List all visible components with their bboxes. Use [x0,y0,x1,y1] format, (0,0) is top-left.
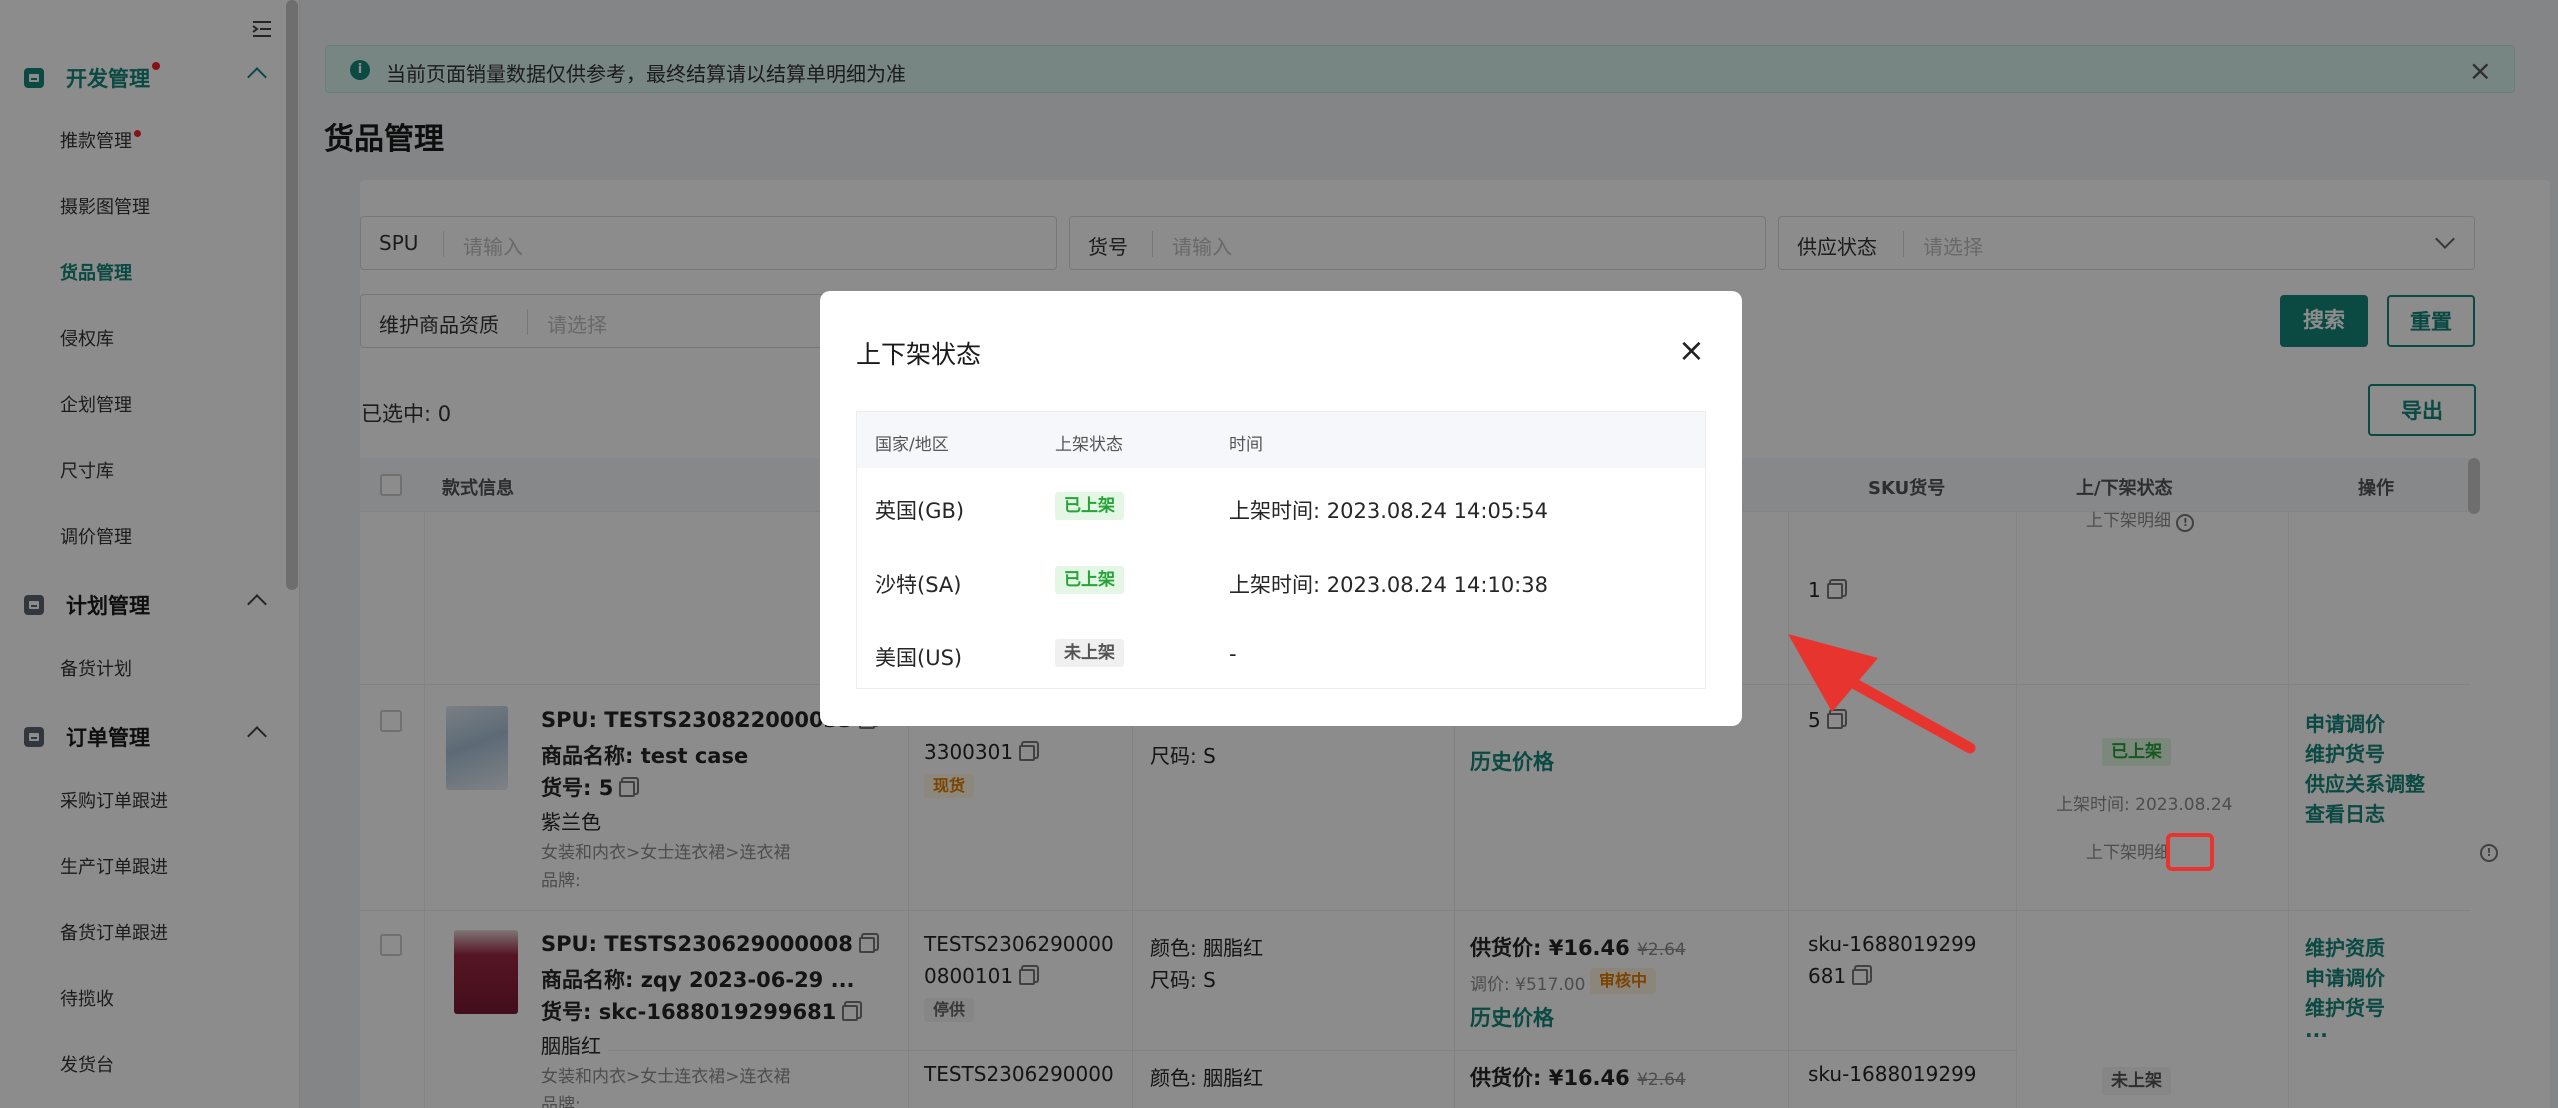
country-text: 美国(US) [875,646,963,670]
time-text: 上架时间: 2023.08.24 14:10:38 [1229,573,1548,597]
close-icon[interactable]: × [1678,331,1705,369]
column-header: 上架状态 [1055,435,1123,455]
status-table: 国家/地区 上架状态 时间 英国(GB) 已上架 上架时间: 2023.08.2… [856,411,1706,689]
country-text: 沙特(SA) [875,573,962,597]
time-text: - [1229,642,1237,666]
time-text: 上架时间: 2023.08.24 14:05:54 [1229,499,1548,523]
annotation-arrow [1788,634,1976,754]
status-tag: 未上架 [1055,639,1124,667]
listing-status-modal: 上下架状态 × 国家/地区 上架状态 时间 英国(GB) 已上架 上架时间: 2… [820,291,1742,726]
status-tag: 已上架 [1055,492,1124,520]
status-tag: 已上架 [1055,566,1124,594]
highlight-box [2166,833,2214,871]
modal-title: 上下架状态 [856,340,982,369]
column-header: 时间 [1229,435,1263,455]
column-header: 国家/地区 [875,435,949,455]
status-table-header: 国家/地区 上架状态 时间 [857,412,1705,468]
country-text: 英国(GB) [875,499,965,523]
